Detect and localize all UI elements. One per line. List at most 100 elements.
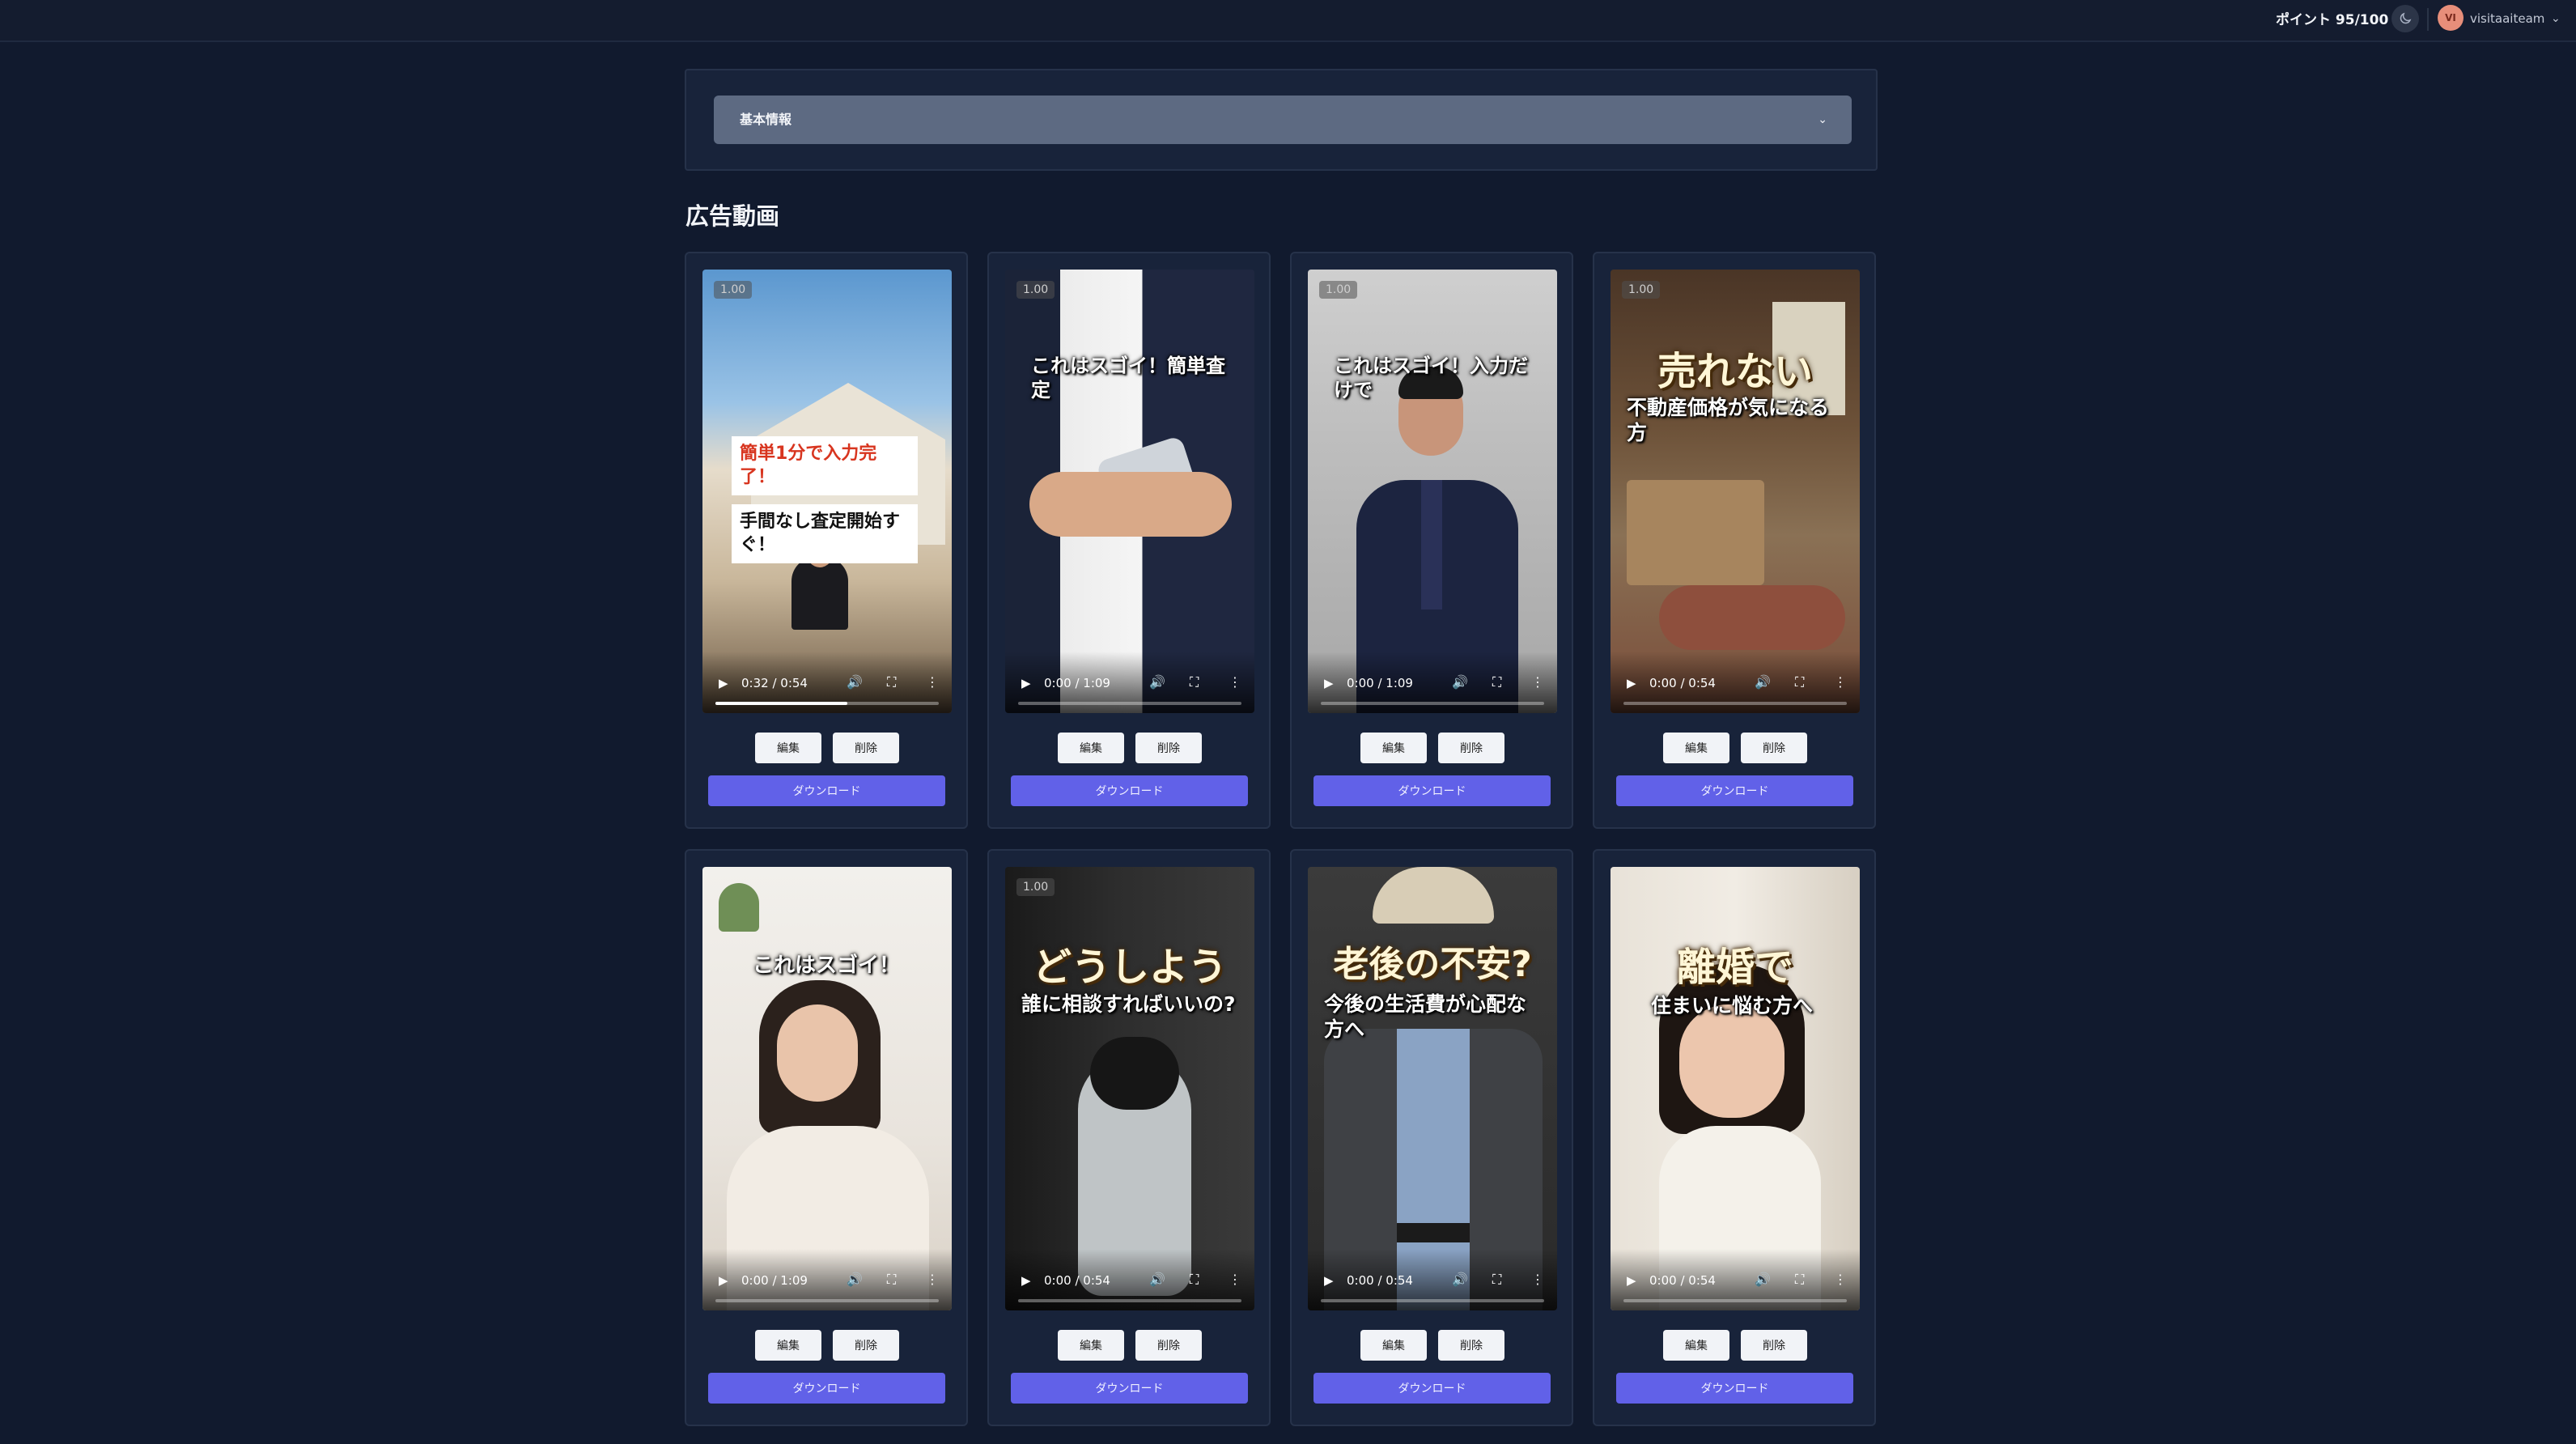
seek-bar[interactable] xyxy=(1623,1299,1847,1302)
play-icon[interactable]: ▶ xyxy=(1627,1273,1636,1288)
delete-button[interactable]: 削除 xyxy=(1741,1330,1807,1361)
download-button[interactable]: ダウンロード xyxy=(1011,1373,1248,1404)
volume-icon[interactable]: 🔊 xyxy=(847,1272,863,1287)
fullscreen-icon[interactable]: ⛶ xyxy=(1190,674,1199,690)
download-button[interactable]: ダウンロード xyxy=(1313,775,1551,806)
more-options-icon[interactable]: ⋮ xyxy=(1229,1272,1241,1287)
fullscreen-icon[interactable]: ⛶ xyxy=(887,674,896,690)
video-caption: これはスゴイ！入力だけで xyxy=(1334,355,1528,401)
playback-speed-badge: 1.00 xyxy=(1319,281,1358,299)
video-player[interactable]: 1.00 これはスゴイ！簡単査定 ▶ 0:00 / 1:09 🔊 ⛶ ⋮ xyxy=(1005,270,1254,713)
fullscreen-icon[interactable]: ⛶ xyxy=(1492,1272,1501,1288)
edit-button[interactable]: 編集 xyxy=(1058,1330,1124,1361)
delete-button[interactable]: 削除 xyxy=(1438,733,1504,763)
theme-toggle-button[interactable] xyxy=(2391,5,2419,32)
video-player[interactable]: これはスゴイ！ ▶ 0:00 / 1:09 🔊 ⛶ ⋮ xyxy=(702,867,952,1310)
video-controls: ▶ 0:00 / 1:09 🔊 ⛶ ⋮ xyxy=(1005,652,1254,713)
video-controls: ▶ 0:32 / 0:54 🔊 ⛶ ⋮ xyxy=(702,652,952,713)
video-player[interactable]: 1.00 売れない 不動産価格が気になる方 ▶ 0:00 / 0:54 🔊 ⛶ … xyxy=(1611,270,1860,713)
basic-info-panel: 基本情報 ⌄ xyxy=(685,69,1878,171)
video-card: 1.00 これはスゴイ！簡単査定 ▶ 0:00 / 1:09 🔊 ⛶ ⋮ 編集 … xyxy=(987,252,1271,829)
fullscreen-icon[interactable]: ⛶ xyxy=(1492,674,1501,690)
seek-bar[interactable] xyxy=(715,702,939,705)
volume-icon[interactable]: 🔊 xyxy=(1755,674,1771,690)
video-card: 1.00 売れない 不動産価格が気になる方 ▶ 0:00 / 0:54 🔊 ⛶ … xyxy=(1593,252,1876,829)
more-options-icon[interactable]: ⋮ xyxy=(1531,674,1544,690)
volume-icon[interactable]: 🔊 xyxy=(847,674,863,690)
more-options-icon[interactable]: ⋮ xyxy=(1531,1272,1544,1287)
download-button[interactable]: ダウンロード xyxy=(1616,1373,1853,1404)
video-card: 1.00 これはスゴイ！入力だけで ▶ 0:00 / 1:09 🔊 ⛶ ⋮ 編集… xyxy=(1290,252,1573,829)
chevron-down-icon[interactable]: ⌄ xyxy=(2551,6,2561,31)
download-button[interactable]: ダウンロード xyxy=(708,1373,945,1404)
video-time: 0:00 / 1:09 xyxy=(741,1273,808,1288)
volume-icon[interactable]: 🔊 xyxy=(1755,1272,1771,1287)
play-icon[interactable]: ▶ xyxy=(1021,1273,1031,1288)
volume-icon[interactable]: 🔊 xyxy=(1452,674,1468,690)
delete-button[interactable]: 削除 xyxy=(1135,733,1202,763)
delete-button[interactable]: 削除 xyxy=(833,1330,899,1361)
play-icon[interactable]: ▶ xyxy=(1021,676,1031,690)
volume-icon[interactable]: 🔊 xyxy=(1149,1272,1165,1287)
volume-icon[interactable]: 🔊 xyxy=(1149,674,1165,690)
download-button[interactable]: ダウンロード xyxy=(1313,1373,1551,1404)
video-player[interactable]: 1.00 簡単1分で入力完了！ 手間なし査定開始すぐ！ ▶ 0:32 / 0:5… xyxy=(702,270,952,713)
seek-progress xyxy=(715,702,847,705)
video-player[interactable]: 離婚で 住まいに悩む方へ ▶ 0:00 / 0:54 🔊 ⛶ ⋮ xyxy=(1611,867,1860,1310)
video-headline: 売れない xyxy=(1657,349,1813,394)
avatar[interactable]: VI xyxy=(2438,5,2464,31)
seek-bar[interactable] xyxy=(715,1299,939,1302)
points-counter: ポイント 95/100 xyxy=(2276,12,2389,28)
more-options-icon[interactable]: ⋮ xyxy=(1229,674,1241,690)
seek-bar[interactable] xyxy=(1321,1299,1544,1302)
fullscreen-icon[interactable]: ⛶ xyxy=(1795,1272,1804,1288)
seek-bar[interactable] xyxy=(1623,702,1847,705)
play-icon[interactable]: ▶ xyxy=(719,1273,728,1288)
edit-button[interactable]: 編集 xyxy=(1058,733,1124,763)
fullscreen-icon[interactable]: ⛶ xyxy=(1795,674,1804,690)
play-icon[interactable]: ▶ xyxy=(1324,1273,1334,1288)
edit-button[interactable]: 編集 xyxy=(755,1330,821,1361)
caption-sub: 手間なし査定開始すぐ！ xyxy=(732,504,918,564)
edit-button[interactable]: 編集 xyxy=(1360,733,1427,763)
video-player[interactable]: 1.00 これはスゴイ！入力だけで ▶ 0:00 / 1:09 🔊 ⛶ ⋮ xyxy=(1308,270,1557,713)
play-icon[interactable]: ▶ xyxy=(1627,676,1636,690)
edit-button[interactable]: 編集 xyxy=(1663,733,1729,763)
more-options-icon[interactable]: ⋮ xyxy=(1834,674,1847,690)
play-icon[interactable]: ▶ xyxy=(719,676,728,690)
download-button[interactable]: ダウンロード xyxy=(1011,775,1248,806)
more-options-icon[interactable]: ⋮ xyxy=(926,1272,939,1287)
caption-highlight: 簡単1分で入力完了！ xyxy=(732,436,918,496)
play-icon[interactable]: ▶ xyxy=(1324,676,1334,690)
edit-button[interactable]: 編集 xyxy=(1360,1330,1427,1361)
fullscreen-icon[interactable]: ⛶ xyxy=(887,1272,896,1288)
basic-info-label: 基本情報 xyxy=(740,112,792,127)
edit-button[interactable]: 編集 xyxy=(1663,1330,1729,1361)
more-options-icon[interactable]: ⋮ xyxy=(1834,1272,1847,1287)
seek-bar[interactable] xyxy=(1321,702,1544,705)
video-time: 0:32 / 0:54 xyxy=(741,676,808,690)
delete-button[interactable]: 削除 xyxy=(1741,733,1807,763)
fullscreen-icon[interactable]: ⛶ xyxy=(1190,1272,1199,1288)
video-player[interactable]: 1.00 どうしよう 誰に相談すればいいの? ▶ 0:00 / 0:54 🔊 ⛶… xyxy=(1005,867,1254,1310)
video-card: 1.00 どうしよう 誰に相談すればいいの? ▶ 0:00 / 0:54 🔊 ⛶… xyxy=(987,849,1271,1426)
seek-bar[interactable] xyxy=(1018,1299,1241,1302)
edit-button[interactable]: 編集 xyxy=(755,733,821,763)
volume-icon[interactable]: 🔊 xyxy=(1452,1272,1468,1287)
video-thumbnail xyxy=(1005,867,1254,1310)
delete-button[interactable]: 削除 xyxy=(833,733,899,763)
download-button[interactable]: ダウンロード xyxy=(1616,775,1853,806)
video-caption: これはスゴイ！ xyxy=(753,953,901,978)
download-button[interactable]: ダウンロード xyxy=(708,775,945,806)
delete-button[interactable]: 削除 xyxy=(1438,1330,1504,1361)
chevron-down-icon: ⌄ xyxy=(1818,113,1827,126)
basic-info-accordion[interactable]: 基本情報 ⌄ xyxy=(714,96,1852,144)
username[interactable]: visitaaiteam xyxy=(2470,6,2544,31)
video-controls: ▶ 0:00 / 0:54 🔊 ⛶ ⋮ xyxy=(1005,1249,1254,1310)
video-controls: ▶ 0:00 / 0:54 🔊 ⛶ ⋮ xyxy=(1611,1249,1860,1310)
delete-button[interactable]: 削除 xyxy=(1135,1330,1202,1361)
seek-bar[interactable] xyxy=(1018,702,1241,705)
video-player[interactable]: 老後の不安? 今後の生活費が心配な方へ ▶ 0:00 / 0:54 🔊 ⛶ ⋮ xyxy=(1308,867,1557,1310)
video-thumbnail xyxy=(1308,270,1557,713)
more-options-icon[interactable]: ⋮ xyxy=(926,674,939,690)
